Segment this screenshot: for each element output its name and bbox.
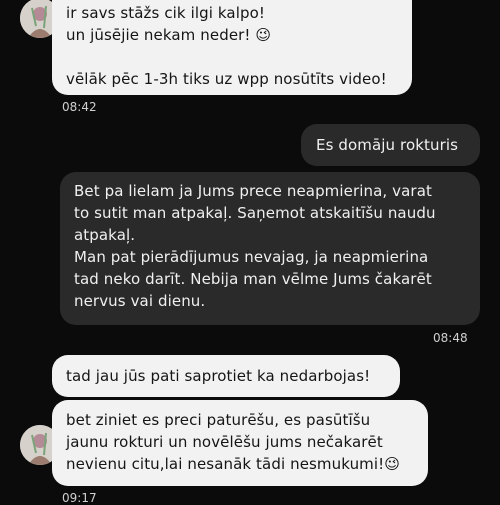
- message-timestamp: 08:42: [62, 100, 97, 114]
- message-text-line: tad neko darīt. Nebija man vēlme Jums ča…: [74, 270, 432, 288]
- message-text-line: bet ziniet es preci paturēšu, es pasūtīš…: [66, 411, 371, 429]
- message-text-line: Es domāju rokturis: [316, 136, 459, 154]
- message-timestamp: 09:17: [62, 491, 97, 505]
- message-text-line: ir savs stāžs cik ilgi kalpo!: [66, 4, 265, 22]
- message-text-line: Man pat pierādījumus nevajag, ja neapmie…: [74, 248, 429, 266]
- message-bubble-incoming[interactable]: tad jau jūs pati saprotiet ka nedarbojas…: [52, 355, 400, 397]
- message-text-line: tad jau jūs pati saprotiet ka nedarbojas…: [66, 367, 371, 385]
- message-text-line: nevienu citu,lai nesanāk tādi nesmukumi!…: [66, 455, 401, 473]
- message-text-line: nervus vai dienu.: [74, 292, 206, 310]
- message-bubble-outgoing[interactable]: Es domāju rokturis: [301, 124, 480, 166]
- message-text-line: vēlāk pēc 1-3h tiks uz wpp nosūtīts vide…: [66, 70, 387, 88]
- message-text-line: un jūsējie nekam neder! 😉: [66, 26, 272, 44]
- message-text-line: Bet pa lielam ja Jums prece neapmierina,…: [74, 182, 432, 200]
- message-text-line: to sutit man atpakaļ. Saņemot atskaitīšu…: [74, 204, 436, 222]
- message-bubble-incoming[interactable]: bet ziniet es preci paturēšu, es pasūtīš…: [52, 400, 428, 486]
- message-bubble-outgoing[interactable]: Bet pa lielam ja Jums prece neapmierina,…: [60, 172, 480, 325]
- message-bubble-incoming[interactable]: ir savs stāžs cik ilgi kalpo! un jūsējie…: [52, 0, 412, 95]
- message-text-line: [66, 46, 398, 68]
- message-text-line: jaunu rokturi un novēlēšu jums nečakarēt: [66, 433, 383, 451]
- message-text-line: atpakaļ.: [74, 226, 136, 244]
- message-timestamp: 08:48: [433, 331, 468, 345]
